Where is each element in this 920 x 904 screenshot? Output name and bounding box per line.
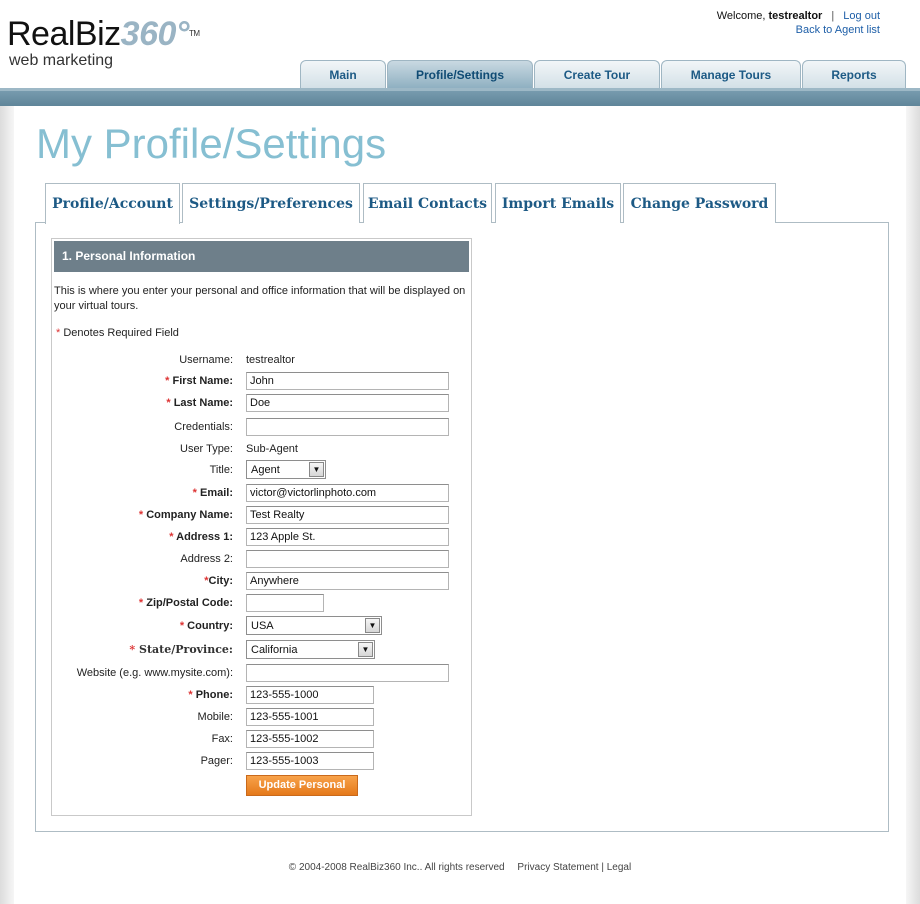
last-name-field[interactable] xyxy=(246,394,449,412)
required-star: * xyxy=(138,597,144,609)
country-label: * Country: xyxy=(55,619,233,633)
user-type-label: User Type: xyxy=(180,443,233,455)
mobile-label: Mobile: xyxy=(197,711,233,723)
fax-label: Fax: xyxy=(211,733,233,745)
zip-label-text: Zip/Postal Code: xyxy=(146,597,233,609)
zip-label: * Zip/Postal Code: xyxy=(55,596,233,610)
footer: © 2004-2008 RealBiz360 Inc.. All rights … xyxy=(0,862,920,873)
phone-label: * Phone: xyxy=(55,688,233,702)
privacy-statement-link[interactable]: Privacy Statement xyxy=(517,862,598,873)
city-label: *City: xyxy=(55,574,233,588)
country-select[interactable]: USA ▼ xyxy=(246,616,382,635)
mobile-field[interactable] xyxy=(246,708,374,726)
company-field[interactable] xyxy=(246,506,449,524)
website-label: Website (e.g. www.mysite.com): xyxy=(76,667,233,679)
title-label: Title: xyxy=(209,464,233,476)
subtab-settings-preferences[interactable]: Settings/Preferences xyxy=(182,183,360,223)
page-title: My Profile/Settings xyxy=(36,120,387,167)
phone-label-text: Phone: xyxy=(195,689,233,701)
email-label-text: Email: xyxy=(199,487,233,499)
back-to-agent-list-link[interactable]: Back to Agent list xyxy=(796,24,880,36)
required-star: * xyxy=(129,643,136,656)
required-star: * xyxy=(165,375,170,387)
required-star: * xyxy=(169,531,174,543)
address1-label-text: Address 1: xyxy=(176,531,233,543)
required-note-text: Denotes Required Field xyxy=(63,327,179,339)
company-label: * Company Name: xyxy=(55,508,233,522)
address1-label: * Address 1: xyxy=(55,530,233,544)
required-note: * Denotes Required Field xyxy=(56,327,179,339)
required-star: * xyxy=(179,620,185,632)
state-select-value: California xyxy=(251,644,298,656)
email-label: * Email: xyxy=(55,486,233,500)
chevron-down-icon: ▼ xyxy=(365,618,380,633)
address1-field[interactable] xyxy=(246,528,449,546)
credentials-label: Credentials: xyxy=(174,421,233,433)
chevron-down-icon: ▼ xyxy=(358,642,373,657)
required-star: * xyxy=(166,397,171,409)
logo-number: 360 xyxy=(120,15,177,53)
nav-tab-create-tour[interactable]: Create Tour xyxy=(534,60,660,88)
required-star: * xyxy=(138,509,144,521)
update-personal-button[interactable]: Update Personal xyxy=(246,775,358,796)
address2-label: Address 2: xyxy=(180,553,233,565)
first-name-label-text: First Name: xyxy=(172,375,233,387)
pager-label: Pager: xyxy=(200,755,233,767)
copyright-text: © 2004-2008 RealBiz360 Inc.. All rights … xyxy=(288,862,505,873)
welcome-label: Welcome, xyxy=(716,10,766,22)
country-select-value: USA xyxy=(251,620,274,632)
logout-link[interactable]: Log out xyxy=(843,10,880,22)
last-name-label: * Last Name: xyxy=(55,396,233,410)
header-separator: | xyxy=(831,10,835,22)
website-field[interactable] xyxy=(246,664,449,682)
nav-tab-reports[interactable]: Reports xyxy=(802,60,906,88)
logo-degree: ° xyxy=(175,15,190,53)
chevron-down-icon: ▼ xyxy=(309,462,324,477)
city-label-text: City: xyxy=(208,575,233,587)
logo-tagline: web marketing xyxy=(9,52,114,69)
page-frame-right xyxy=(906,106,920,904)
legal-link[interactable]: Legal xyxy=(607,862,631,873)
title-select-value: Agent xyxy=(251,464,280,476)
logo-text: RealBiz xyxy=(7,15,121,53)
logo-trademark: TM xyxy=(189,29,200,38)
city-field[interactable] xyxy=(246,572,449,590)
section-header: 1. Personal Information xyxy=(54,241,469,272)
first-name-label: * First Name: xyxy=(55,374,233,388)
nav-tab-profile-settings[interactable]: Profile/Settings xyxy=(387,60,533,88)
required-star: * xyxy=(56,327,61,339)
welcome-username: testrealtor xyxy=(768,10,823,22)
welcome-bar: Welcome, testrealtor | Log out xyxy=(717,10,880,22)
company-label-text: Company Name: xyxy=(146,509,233,521)
footer-separator: | xyxy=(601,862,604,873)
email-field[interactable] xyxy=(246,484,449,502)
user-type-value: Sub-Agent xyxy=(246,443,298,455)
subtab-profile-account[interactable]: Profile/Account xyxy=(45,183,180,224)
subtab-email-contacts[interactable]: Email Contacts xyxy=(363,183,492,223)
state-select[interactable]: California ▼ xyxy=(246,640,375,659)
country-label-text: Country: xyxy=(187,620,233,632)
page-frame-left xyxy=(0,106,14,904)
last-name-label-text: Last Name: xyxy=(173,397,233,409)
address2-field[interactable] xyxy=(246,550,449,568)
logo: RealBiz360°TM xyxy=(7,14,200,54)
state-label-text: State/Province: xyxy=(139,643,233,656)
subtab-change-password[interactable]: Change Password xyxy=(623,183,776,223)
nav-tab-main[interactable]: Main xyxy=(300,60,386,88)
fax-field[interactable] xyxy=(246,730,374,748)
state-label: * State/Province: xyxy=(55,643,233,657)
username-value: testrealtor xyxy=(246,354,295,366)
subtab-import-emails[interactable]: Import Emails xyxy=(495,183,621,223)
credentials-field[interactable] xyxy=(246,418,449,436)
pager-field[interactable] xyxy=(246,752,374,770)
title-select[interactable]: Agent ▼ xyxy=(246,460,326,479)
phone-field[interactable] xyxy=(246,686,374,704)
required-star: * xyxy=(192,487,197,499)
required-star: * xyxy=(188,689,193,701)
nav-tab-manage-tours[interactable]: Manage Tours xyxy=(661,60,801,88)
username-label: Username: xyxy=(179,354,233,366)
first-name-field[interactable] xyxy=(246,372,449,390)
zip-field[interactable] xyxy=(246,594,324,612)
section-intro: This is where you enter your personal an… xyxy=(54,285,466,312)
